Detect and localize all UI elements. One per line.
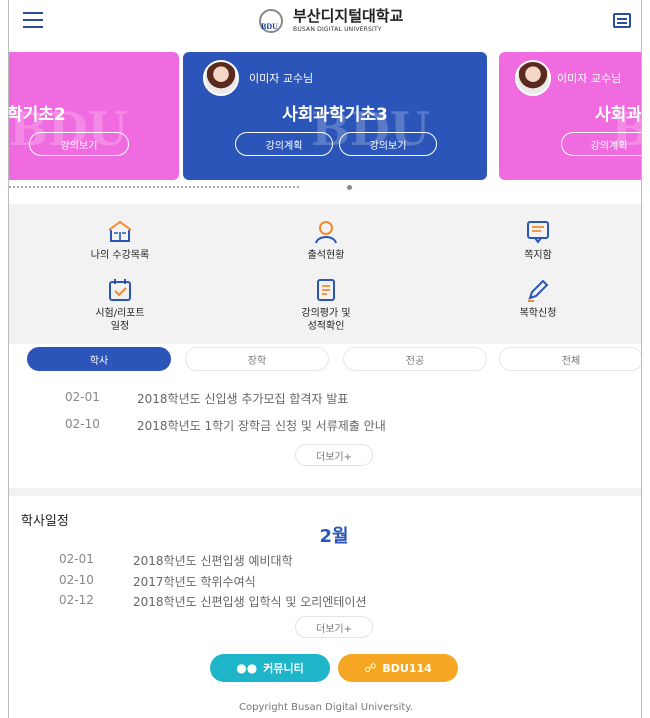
carousel-progress-track: [9, 186, 299, 188]
lecture-plan-button[interactable]: 강의계획: [561, 132, 641, 156]
carousel-indicator[interactable]: [347, 185, 352, 190]
menu-attendance[interactable]: 출석현황: [246, 218, 406, 262]
list-item[interactable]: 02-10 2018학년도 1학기 장학금 신청 및 서류제출 안내: [65, 417, 386, 434]
schedule-item: 02-12 2018학년도 신편입생 입학식 및 오리엔테이션: [59, 593, 366, 610]
notice-list: 02-01 2018학년도 신입생 추가모집 합격자 발표 02-10 2018…: [9, 380, 641, 488]
schedule-title-text: 2018학년도 신편입생 예비대학: [133, 554, 293, 568]
menu-label: 쪽지함: [524, 250, 552, 261]
message-icon[interactable]: [613, 13, 631, 28]
notice-date: 02-10: [65, 417, 100, 431]
header: BDU 부산디지털대학교 BUSAN DIGITAL UNIVERSITY: [9, 0, 641, 42]
person-icon: [315, 221, 337, 244]
menu-label: 출석현황: [307, 250, 345, 261]
notice-title: 2018학년도 1학기 장학금 신청 및 서류제출 안내: [137, 419, 386, 433]
notice-date: 02-01: [65, 390, 100, 404]
menu-reinstatement[interactable]: 복학신청: [458, 276, 618, 320]
people-icon: ●●: [236, 661, 258, 675]
course-title: 사회과학: [595, 105, 642, 125]
menu-label: 복학신청: [519, 308, 557, 319]
tab-major[interactable]: 전공: [343, 347, 487, 371]
menu-icon[interactable]: [23, 12, 43, 28]
course-card-active[interactable]: BDU 이미자 교수님 사회과학기초3 강의계획 강의보기: [183, 52, 487, 180]
logo-emblem: BDU: [257, 7, 287, 35]
menu-evaluation[interactable]: 강의평가 및 성적확인: [246, 276, 406, 333]
schedule-title-text: 2017학년도 학위수여식: [133, 575, 256, 589]
schedule-item: 02-01 2018학년도 신편입생 예비대학: [59, 552, 293, 569]
list-item[interactable]: 02-01 2018학년도 신입생 추가모집 합격자 발표: [65, 390, 348, 407]
professor-name: 이미자 교수님: [249, 72, 314, 85]
menu-label: 나의 수강목록: [90, 250, 150, 261]
logo-korean-name: 부산디지털대학교: [293, 7, 404, 25]
course-title: 사회과학기초3: [282, 105, 388, 125]
document-icon: [317, 279, 335, 301]
help-desk-button[interactable]: ☍ BDU114: [338, 654, 458, 682]
pencil-icon: [528, 279, 549, 302]
course-card[interactable]: BDU 학기초2 강의보기: [9, 52, 179, 180]
schedule-date: 02-12: [59, 593, 94, 607]
menu-inbox[interactable]: 쪽지함: [458, 218, 618, 262]
schedule-date: 02-01: [59, 552, 94, 566]
headset-icon: ☍: [364, 661, 377, 675]
notices-more-button[interactable]: 더보기+: [295, 444, 373, 466]
view-lecture-button[interactable]: 강의보기: [29, 132, 129, 156]
schedule-item: 02-10 2017학년도 학위수여식: [59, 573, 256, 590]
community-button[interactable]: ●● 커뮤니티: [210, 654, 330, 682]
menu-label: 시험/리포트 일정: [95, 308, 145, 332]
notice-title: 2018학년도 신입생 추가모집 합격자 발표: [137, 392, 349, 406]
menu-label: 강의평가 및 성적확인: [301, 308, 351, 332]
schedule-more-button[interactable]: 더보기+: [295, 616, 373, 638]
tab-academic[interactable]: 학사: [27, 347, 171, 371]
professor-avatar: [203, 60, 239, 96]
schedule-month: 2월: [319, 526, 349, 547]
help-label: BDU114: [382, 661, 432, 675]
message-icon: [527, 221, 549, 244]
book-icon: [108, 220, 132, 242]
app-frame: BDU 부산디지털대학교 BUSAN DIGITAL UNIVERSITY BD…: [8, 0, 642, 718]
copyright: Copyright Busan Digital University.: [239, 702, 413, 713]
menu-exam-schedule[interactable]: 시험/리포트 일정: [40, 276, 200, 333]
course-title: 학기초2: [9, 105, 66, 125]
course-carousel[interactable]: BDU 학기초2 강의보기 BDU 이미자 교수님 사회과학기초3 강의계획 강…: [9, 42, 642, 204]
calendar-check-icon: [109, 279, 131, 301]
schedule-title-text: 2018학년도 신편입생 입학식 및 오리엔테이션: [133, 595, 367, 609]
section-divider: [9, 488, 641, 496]
community-label: 커뮤니티: [263, 662, 304, 675]
professor-name: 이미자 교수님: [557, 72, 622, 85]
logo[interactable]: BDU 부산디지털대학교 BUSAN DIGITAL UNIVERSITY: [257, 5, 403, 37]
schedule-date: 02-10: [59, 573, 94, 587]
notice-tabs: 학사 장학 전공 전체: [9, 344, 641, 380]
tab-all[interactable]: 전체: [499, 347, 641, 371]
logo-mark-text: BDU: [261, 22, 278, 31]
menu-my-courses[interactable]: 나의 수강목록: [40, 218, 200, 262]
view-lecture-button[interactable]: 강의보기: [339, 132, 437, 156]
professor-avatar: [515, 60, 551, 96]
logo-english-name: BUSAN DIGITAL UNIVERSITY: [293, 26, 382, 33]
tab-scholarship[interactable]: 장학: [185, 347, 329, 371]
lecture-plan-button[interactable]: 강의계획: [235, 132, 333, 156]
course-card[interactable]: BDU 이미자 교수님 사회과학 강의계획: [499, 52, 642, 180]
quick-menu: 나의 수강목록 출석현황 쪽지함 시험/리포트 일정 강의평가 및 성적확인 복…: [9, 204, 641, 344]
